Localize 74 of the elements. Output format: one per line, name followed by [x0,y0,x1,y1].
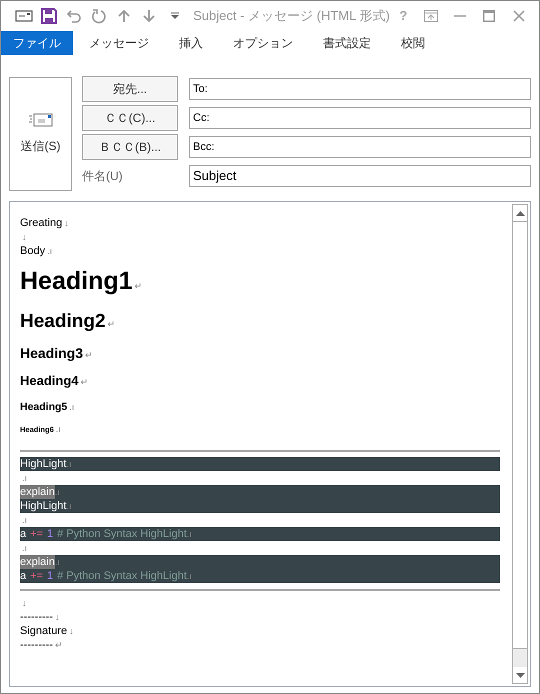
formatting-mark: .ı [47,246,52,256]
ribbon-tab[interactable]: オプション [219,31,307,55]
caret-icon[interactable] [170,12,179,20]
code-token: 1 [46,527,54,541]
formatting-mark: .ı [186,528,192,539]
close-icon[interactable] [512,10,524,22]
code-token: 1 [46,569,54,583]
formatting-mark: ↵ [134,281,142,291]
maximize-icon[interactable] [483,10,496,22]
code-token: a [20,527,26,541]
formatting-mark: .ı [54,556,60,569]
code-token: a [20,569,26,583]
formatting-mark: ↓ [22,598,26,608]
code-comment: # Python Syntax HighLight [57,569,187,583]
formatting-mark: .ı [22,543,28,553]
body-text: Signature [20,625,68,637]
formatting-mark: ↵ [54,640,63,650]
formatting-mark: .ı [54,486,60,499]
code-label: explain [20,485,55,499]
send-button[interactable]: 送信(S) [9,77,72,191]
ribbon-display-icon[interactable] [424,10,438,22]
undo-icon[interactable] [66,9,82,23]
code-label: explain [20,555,55,569]
address-field[interactable]: To: [189,78,531,100]
formatting-mark: ↵ [108,319,116,329]
down-caret-icon [516,672,524,678]
code-comment: # Python Syntax HighLight [57,527,187,541]
ribbon-tab[interactable]: ファイル [1,31,73,55]
formatting-mark: ↓ [69,626,74,636]
up-caret-icon [516,210,524,216]
formatting-mark: .ı [22,515,28,525]
ribbon-tab[interactable]: メッセージ [75,31,163,55]
address-field[interactable]: Bcc: [189,136,531,158]
address-field[interactable]: Cc: [189,107,531,129]
heading-text: Heading5 [20,401,68,413]
scroll-thumb[interactable] [513,221,527,649]
envelope-icon[interactable] [14,10,33,22]
heading-text: Heading3 [20,345,84,361]
code-token: HighLight [20,457,66,471]
formatting-mark: .ı [66,500,72,511]
formatting-mark: .ı [56,424,61,434]
window-title: Subject - メッセージ (HTML 形式) [193,7,390,26]
heading-text: Heading1 [20,267,133,295]
body-text: --------- [20,639,53,651]
ribbon-tab[interactable]: 書式設定 [309,31,385,55]
code-token: += [30,569,43,583]
ribbon-tab[interactable]: 校閲 [387,31,439,55]
body-text: --------- [20,611,53,623]
code-token: HighLight [20,499,66,513]
envelope-icon [28,113,52,127]
formatting-mark: .ı [22,473,28,483]
heading-text: Heading4 [20,373,79,388]
heading-text: Heading2 [20,311,106,332]
address-button[interactable]: 宛先... [82,76,178,102]
code-token: += [30,527,43,541]
address-button[interactable]: ＣＣ(C)... [82,105,178,131]
formatting-mark: ↓ [54,612,60,622]
body-text: Greating [20,217,62,229]
ribbon-tab[interactable]: 挿入 [165,31,217,55]
formatting-mark: ↵ [80,377,88,387]
address-button[interactable]: ＢＣＣ(B)... [82,134,178,160]
save-icon[interactable] [40,8,57,24]
subject-label: 件名(U) [82,168,124,185]
redo-icon[interactable] [91,8,108,24]
formatting-mark: ↓ [64,218,69,228]
formatting-mark: .ı [66,458,72,469]
formatting-mark: ↓ [22,232,26,242]
formatting-mark: .ı [69,402,74,412]
formatting-mark: .ı [186,570,192,581]
up-arrow-icon[interactable] [117,9,132,23]
formatting-mark: ↵ [85,350,93,360]
subject-field[interactable]: Subject [189,165,531,187]
down-arrow-icon[interactable] [142,9,156,23]
body-text: Body [20,245,46,257]
